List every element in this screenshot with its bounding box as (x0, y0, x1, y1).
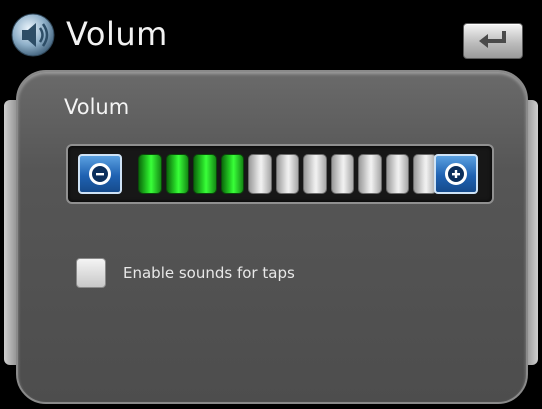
plus-icon (445, 163, 467, 185)
volume-segment-off[interactable] (275, 154, 299, 194)
title-bar: Volum (0, 0, 542, 66)
volume-segment-off[interactable] (385, 154, 409, 194)
volume-up-button[interactable] (434, 154, 478, 194)
tap-sounds-label: Enable sounds for taps (123, 264, 295, 282)
volume-segment-off[interactable] (358, 154, 382, 194)
volume-segment-off[interactable] (330, 154, 354, 194)
settings-panel: Volum Enable sounds for taps (16, 70, 528, 404)
window-title: Volum (66, 15, 168, 53)
volume-segment-on[interactable] (138, 154, 162, 194)
speaker-icon (10, 12, 56, 58)
volume-segment-on[interactable] (220, 154, 244, 194)
back-arrow-icon (473, 27, 513, 55)
volume-screen: Volum Volum Enable sounds for taps (0, 0, 542, 409)
back-button[interactable] (463, 23, 523, 59)
volume-segment-off[interactable] (248, 154, 272, 194)
tap-sounds-option[interactable]: Enable sounds for taps (76, 258, 295, 288)
volume-segment-on[interactable] (193, 154, 217, 194)
tap-sounds-checkbox[interactable] (76, 258, 106, 288)
volume-level-bar[interactable] (138, 154, 464, 194)
volume-slider[interactable] (66, 144, 494, 204)
panel-heading: Volum (64, 95, 130, 119)
volume-segment-off[interactable] (413, 154, 437, 194)
volume-segment-on[interactable] (165, 154, 189, 194)
volume-down-button[interactable] (78, 154, 122, 194)
volume-segment-off[interactable] (303, 154, 327, 194)
minus-icon (89, 163, 111, 185)
